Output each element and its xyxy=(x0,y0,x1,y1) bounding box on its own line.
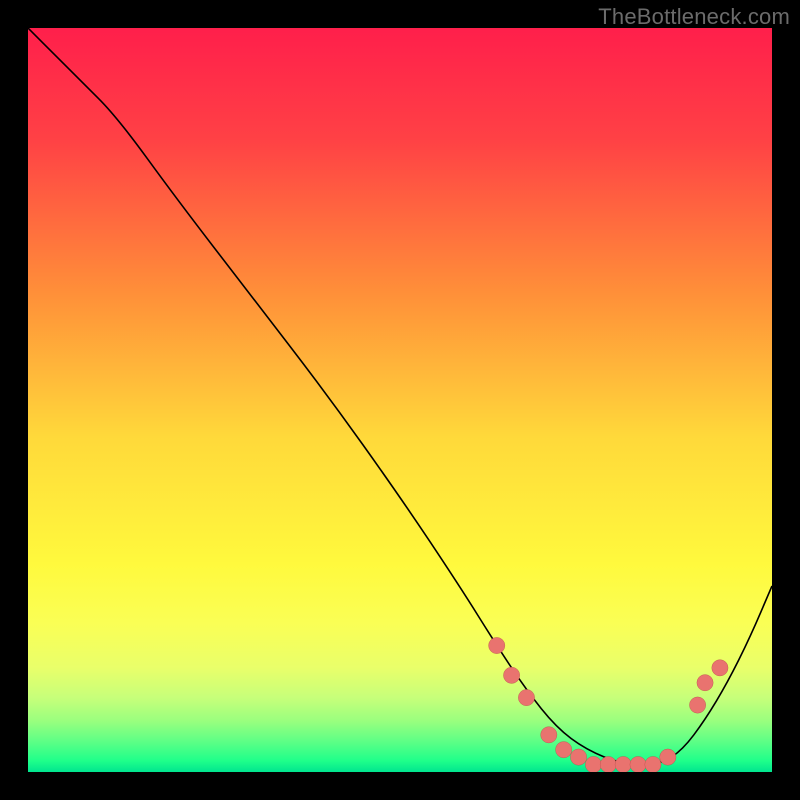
curve-marker xyxy=(503,667,519,683)
curve-marker xyxy=(585,756,601,772)
curve-marker xyxy=(615,756,631,772)
curve-marker xyxy=(697,675,713,691)
curve-marker xyxy=(645,756,661,772)
curve-marker xyxy=(600,756,616,772)
curve-marker xyxy=(712,660,728,676)
curve-marker xyxy=(570,749,586,765)
curve-marker xyxy=(689,697,705,713)
curve-marker xyxy=(630,756,646,772)
curve-marker xyxy=(518,689,534,705)
watermark-text: TheBottleneck.com xyxy=(598,4,790,30)
curve-marker xyxy=(541,727,557,743)
chart-overlay xyxy=(28,28,772,772)
bottleneck-curve xyxy=(28,28,772,765)
curve-markers xyxy=(489,637,729,772)
plot-area xyxy=(28,28,772,772)
curve-marker xyxy=(489,637,505,653)
curve-marker xyxy=(555,741,571,757)
curve-marker xyxy=(660,749,676,765)
chart-frame: TheBottleneck.com xyxy=(0,0,800,800)
